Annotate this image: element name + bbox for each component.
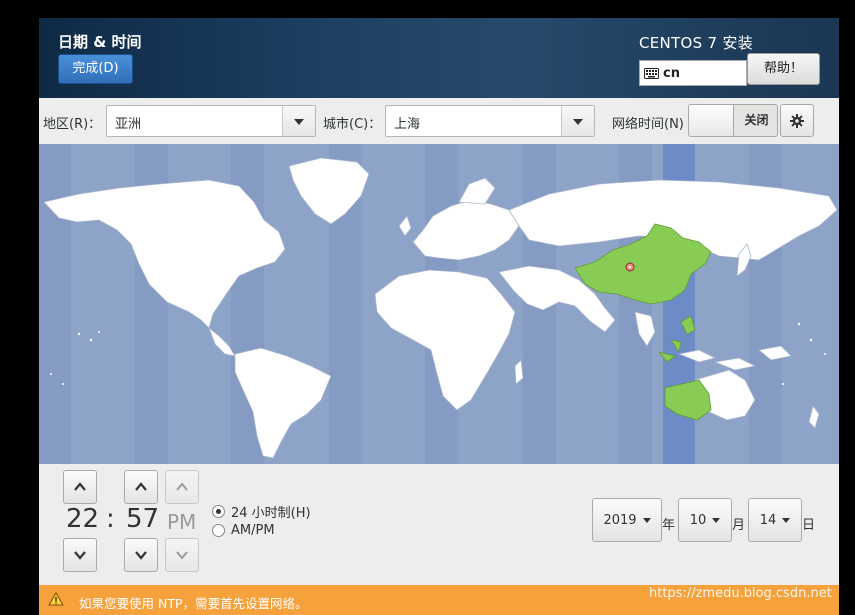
radio-unselected-icon <box>212 524 225 537</box>
time-separator: : <box>106 504 115 534</box>
format-24h-label: 24 小时制(H) <box>231 506 311 521</box>
month-value: 10 <box>689 512 707 528</box>
gear-icon <box>790 114 804 128</box>
time-date-panel: 22 : 57 PM 24 小时制(H) AM/PM 2019 年 10 月 1… <box>39 464 839 585</box>
format-ampm-label: AM/PM <box>231 523 275 538</box>
city-label: 城市(C)： <box>323 117 382 132</box>
chevron-down-icon <box>176 551 188 560</box>
day-value: 14 <box>759 512 777 528</box>
watermark: https://zmedu.blog.csdn.net <box>649 586 832 601</box>
region-value: 亚洲 <box>115 117 142 132</box>
minute-down-button[interactable] <box>124 538 158 572</box>
installer-window: 日期 & 时间 完成(D) CENTOS 7 安装 cn 帮助！ 地区(R)： … <box>39 18 839 615</box>
year-dropdown[interactable]: 2019 <box>592 498 662 542</box>
chevron-up-icon <box>135 482 147 491</box>
chevron-up-icon <box>74 482 86 491</box>
year-value: 2019 <box>603 512 637 528</box>
chevron-down-icon <box>782 517 791 523</box>
keyboard-layout-value: cn <box>663 65 680 81</box>
ntp-config-button[interactable] <box>780 104 814 137</box>
chevron-down-icon <box>282 106 315 136</box>
timezone-map[interactable] <box>39 144 839 464</box>
toggle-knob <box>689 105 734 136</box>
done-button[interactable]: 完成(D) <box>58 54 133 84</box>
ampm-value: PM <box>167 510 197 534</box>
city-value: 上海 <box>394 117 421 132</box>
page-title: 日期 & 时间 <box>58 33 142 51</box>
ampm-down-button[interactable] <box>165 538 199 572</box>
radio-selected-icon <box>212 505 225 518</box>
timezone-toolbar: 地区(R)： 亚洲 城市(C)： 上海 网络时间(N) 关闭 <box>39 98 839 144</box>
hour-down-button[interactable] <box>63 538 97 572</box>
chevron-up-icon <box>176 482 188 491</box>
hours-value: 22 <box>66 504 100 534</box>
city-combo[interactable]: 上海 <box>385 105 595 137</box>
day-label: 日 <box>802 518 816 533</box>
warning-text: 如果您要使用 NTP，需要首先设置网络。 <box>79 596 308 611</box>
region-label: 地区(R)： <box>43 117 102 132</box>
ntp-label: 网络时间(N) <box>612 117 684 132</box>
format-ampm-radio[interactable]: AM/PM <box>212 523 275 538</box>
keyboard-icon <box>644 67 659 79</box>
world-map <box>39 144 838 464</box>
minute-up-button[interactable] <box>124 470 158 504</box>
month-label: 月 <box>732 518 746 533</box>
ntp-state: 关闭 <box>744 113 769 127</box>
month-dropdown[interactable]: 10 <box>678 498 732 542</box>
minutes-value: 57 <box>126 504 160 534</box>
warning-icon <box>48 592 64 606</box>
ampm-up-button[interactable] <box>165 470 199 504</box>
day-dropdown[interactable]: 14 <box>748 498 802 542</box>
location-pin-icon <box>625 262 635 272</box>
year-label: 年 <box>662 518 676 533</box>
chevron-down-icon <box>712 517 721 523</box>
chevron-down-icon <box>135 551 147 560</box>
chevron-down-icon <box>561 106 594 136</box>
ntp-toggle[interactable]: 关闭 <box>688 104 778 137</box>
product-title: CENTOS 7 安装 <box>639 34 754 52</box>
keyboard-layout-indicator[interactable]: cn <box>639 60 747 86</box>
region-combo[interactable]: 亚洲 <box>106 105 316 137</box>
hour-up-button[interactable] <box>63 470 97 504</box>
chevron-down-icon <box>642 517 651 523</box>
chevron-down-icon <box>74 551 86 560</box>
format-24h-radio[interactable]: 24 小时制(H) <box>212 502 311 521</box>
help-button[interactable]: 帮助！ <box>747 53 820 85</box>
header-bar: 日期 & 时间 完成(D) CENTOS 7 安装 cn 帮助！ <box>39 18 839 98</box>
